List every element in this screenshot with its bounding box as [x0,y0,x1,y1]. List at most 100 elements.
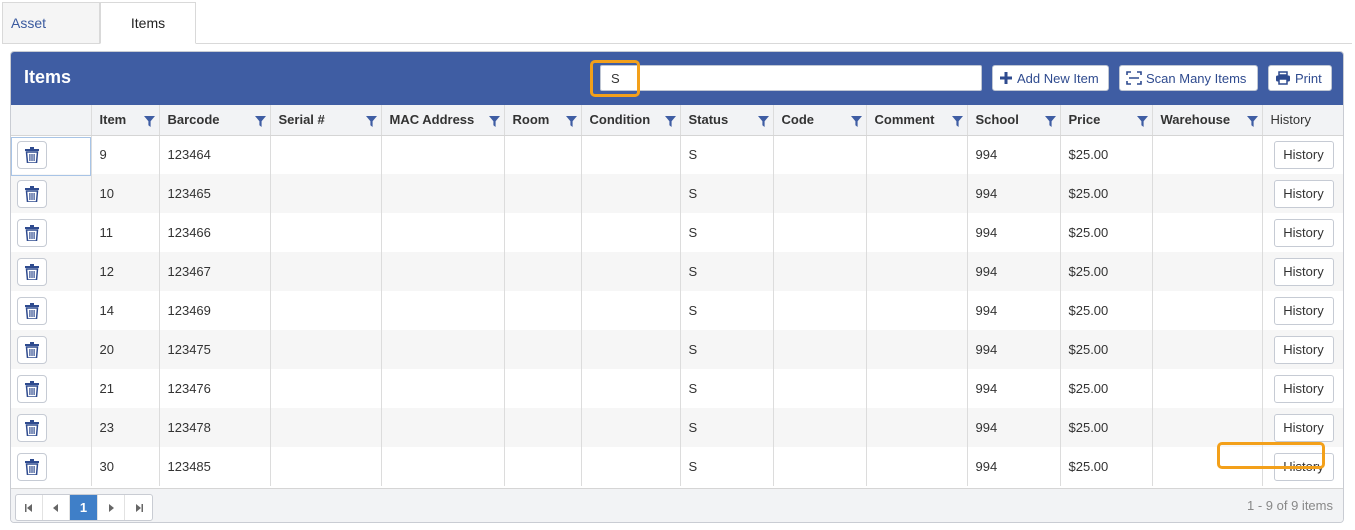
delete-button[interactable] [17,179,47,208]
filter-icon[interactable] [565,116,577,127]
trash-icon [25,341,39,358]
delete-button[interactable] [17,257,47,286]
cell-condition [581,291,681,330]
delete-button[interactable] [17,296,47,325]
col-price[interactable]: Price [1060,105,1153,136]
first-page-button[interactable] [16,495,43,520]
filter-icon[interactable] [1136,116,1148,127]
col-serial[interactable]: Serial # [270,105,382,136]
cell-item: 30 [91,447,160,486]
history-button[interactable]: History [1273,179,1334,208]
cell-school: 994 [967,447,1061,486]
cell-comment [866,252,968,291]
cell-barcode: 123465 [159,174,271,213]
delete-button[interactable] [17,335,47,364]
col-item-label: Item [99,112,127,128]
cell-warehouse [1152,330,1263,369]
cell-room [504,369,582,408]
cell-barcode: 123464 [159,135,271,174]
cell-condition [581,174,681,213]
history-button[interactable]: History [1273,257,1334,286]
col-room[interactable]: Room [504,105,582,136]
cell-mac [381,252,505,291]
col-code[interactable]: Code [773,105,867,136]
col-condition[interactable]: Condition [581,105,681,136]
trash-icon [25,458,39,475]
filter-icon[interactable] [365,116,377,127]
history-button[interactable]: History [1273,335,1334,364]
table-row: 30 123485 S 994 $25.00 History [11,447,1343,486]
col-warehouse[interactable]: Warehouse [1152,105,1263,136]
cell-price: $25.00 [1060,135,1153,174]
delete-button[interactable] [17,413,47,442]
history-cell: History [1262,369,1343,408]
col-comment[interactable]: Comment [866,105,968,136]
cell-comment [866,174,968,213]
filter-icon[interactable] [254,116,266,127]
delete-button[interactable] [17,374,47,403]
cell-serial [270,252,382,291]
filter-icon[interactable] [850,116,862,127]
cell-mac [381,408,505,447]
delete-button[interactable] [17,218,47,247]
col-barcode[interactable]: Barcode [159,105,271,136]
cell-serial [270,135,382,174]
scan-icon [1126,71,1142,85]
tab-items[interactable]: Items [100,2,196,44]
col-school[interactable]: School [967,105,1061,136]
scan-many-items-button[interactable]: Scan Many Items [1119,65,1258,91]
add-new-item-label: Add New Item [1017,70,1099,86]
col-mac-address[interactable]: MAC Address [381,105,505,136]
cell-code [773,408,867,447]
printer-icon [1276,71,1290,85]
col-item[interactable]: Item [91,105,160,136]
cell-item: 21 [91,369,160,408]
col-status[interactable]: Status [680,105,774,136]
col-price-label: Price [1068,112,1101,128]
delete-cell [11,408,92,447]
cell-school: 994 [967,135,1061,174]
cell-barcode: 123466 [159,213,271,252]
cell-barcode: 123475 [159,330,271,369]
cell-school: 994 [967,330,1061,369]
cell-status: S [680,330,774,369]
next-page-button[interactable] [98,495,125,520]
delete-button[interactable] [17,452,47,481]
prev-page-button[interactable] [43,495,70,520]
cell-status: S [680,252,774,291]
cell-room [504,447,582,486]
history-button[interactable]: History [1273,140,1334,169]
cell-barcode: 123478 [159,408,271,447]
last-page-button[interactable] [125,495,152,520]
print-label: Print [1295,70,1322,86]
filter-icon[interactable] [1246,116,1258,127]
delete-cell [11,213,92,252]
cell-item: 11 [91,213,160,252]
history-button[interactable]: History [1273,296,1334,325]
filter-icon[interactable] [488,116,500,127]
cell-code [773,252,867,291]
cell-price: $25.00 [1060,447,1153,486]
print-button[interactable]: Print [1268,65,1332,91]
tab-asset-details[interactable]: Asset Details [2,2,100,71]
page-1-button[interactable]: 1 [70,495,98,520]
history-button[interactable]: History [1273,413,1334,442]
filter-icon[interactable] [951,116,963,127]
filter-icon[interactable] [664,116,676,127]
filter-icon[interactable] [1044,116,1056,127]
add-new-item-button[interactable]: Add New Item [992,65,1109,91]
history-button[interactable]: History [1273,374,1334,403]
table-row: 12 123467 S 994 $25.00 History [11,252,1343,291]
cell-room [504,252,582,291]
history-button[interactable]: History [1273,218,1334,247]
search-input[interactable] [600,65,982,91]
filter-icon[interactable] [757,116,769,127]
delete-cell [11,447,92,486]
last-page-icon [136,503,143,512]
filter-icon[interactable] [143,116,155,127]
header-row: Item Barcode Serial # MAC Address Room C… [11,105,1343,136]
cell-code [773,291,867,330]
history-button[interactable]: History [1273,452,1334,481]
cell-school: 994 [967,174,1061,213]
delete-button[interactable] [17,140,47,169]
